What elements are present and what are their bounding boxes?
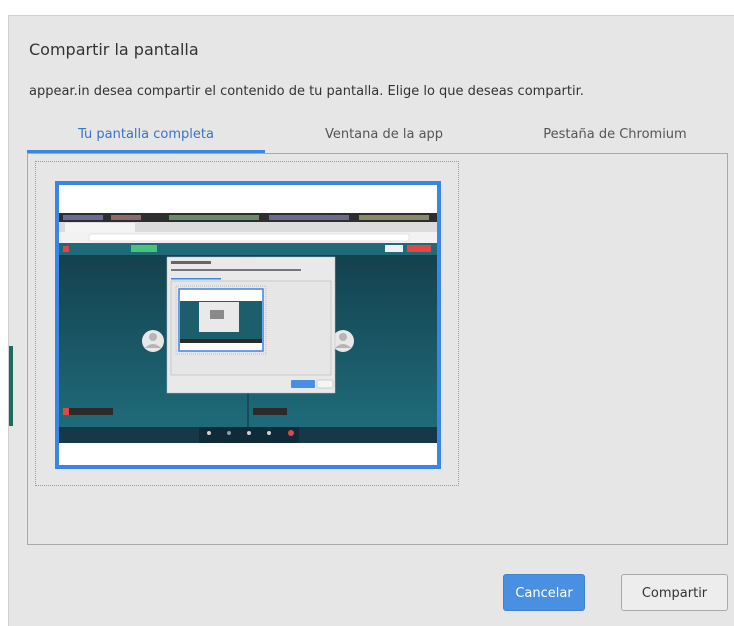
source-tabs: Tu pantalla completa Ventana de la app P…	[27, 120, 727, 154]
source-list-panel	[27, 153, 728, 545]
screen-thumbnail[interactable]	[55, 181, 441, 469]
background-window-edge	[9, 346, 13, 426]
tab-chromium-tab[interactable]: Pestaña de Chromium	[503, 120, 727, 153]
share-button[interactable]: Compartir	[621, 574, 728, 611]
dialog-description: appear.in desea compartir el contenido d…	[29, 84, 584, 99]
dialog-title: Compartir la pantalla	[29, 40, 199, 59]
cancel-button[interactable]: Cancelar	[503, 574, 585, 611]
share-screen-dialog: Compartir la pantalla appear.in desea co…	[8, 15, 734, 626]
tab-app-window[interactable]: Ventana de la app	[265, 120, 503, 153]
tab-entire-screen[interactable]: Tu pantalla completa	[27, 120, 265, 153]
screen-source-item[interactable]	[35, 161, 459, 486]
background-strip	[0, 0, 734, 15]
screen-preview-image	[59, 185, 437, 465]
